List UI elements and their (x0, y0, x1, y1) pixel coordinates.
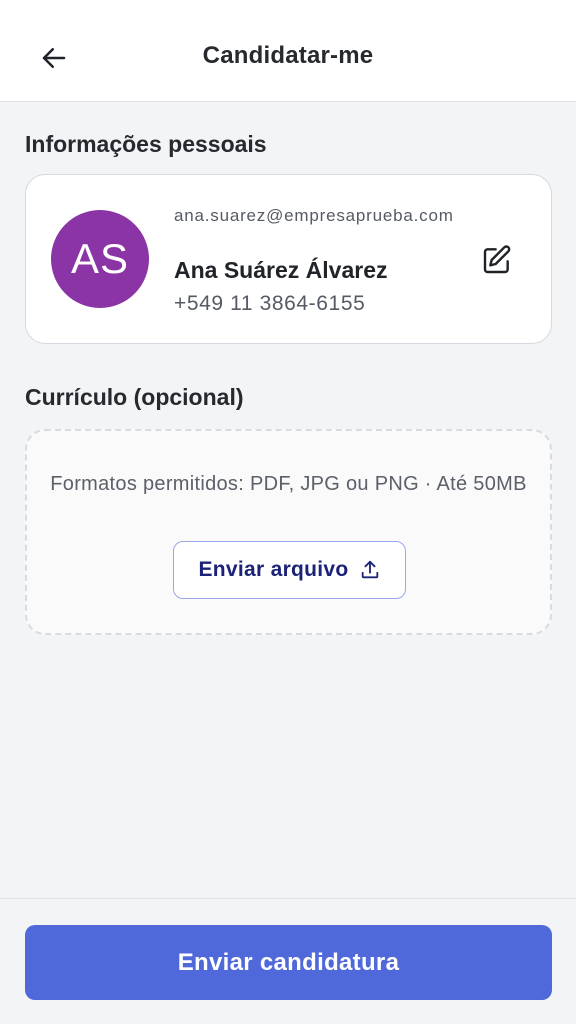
footer-bar: Enviar candidatura (0, 898, 576, 1024)
profile-email: ana.suarez@empresaprueba.com (174, 206, 454, 225)
profile-card: AS ana.suarez@empresaprueba.com Ana Suár… (25, 174, 552, 344)
resume-dropzone[interactable]: Formatos permitidos: PDF, JPG ou PNG · A… (25, 429, 552, 635)
pencil-edit-icon (483, 245, 511, 274)
upload-file-label: Enviar arquivo (198, 558, 349, 581)
resume-heading: Currículo (opcional) (25, 384, 244, 410)
personal-info-heading: Informações pessoais (25, 131, 267, 157)
submit-application-button[interactable]: Enviar candidatura (25, 925, 552, 1000)
app-header: Candidatar-me (0, 0, 576, 102)
upload-icon (361, 560, 378, 579)
submit-application-label: Enviar candidatura (177, 948, 400, 976)
edit-profile-button[interactable] (478, 241, 516, 279)
allowed-formats-text: Formatos permitidos: PDF, JPG ou PNG · A… (50, 473, 527, 495)
avatar: AS (51, 210, 149, 308)
profile-phone: +549 11 3864-6155 (174, 292, 366, 315)
profile-name: Ana Suárez Álvarez (174, 257, 388, 283)
upload-file-button[interactable]: Enviar arquivo (173, 541, 406, 599)
page-title: Candidatar-me (202, 42, 374, 69)
